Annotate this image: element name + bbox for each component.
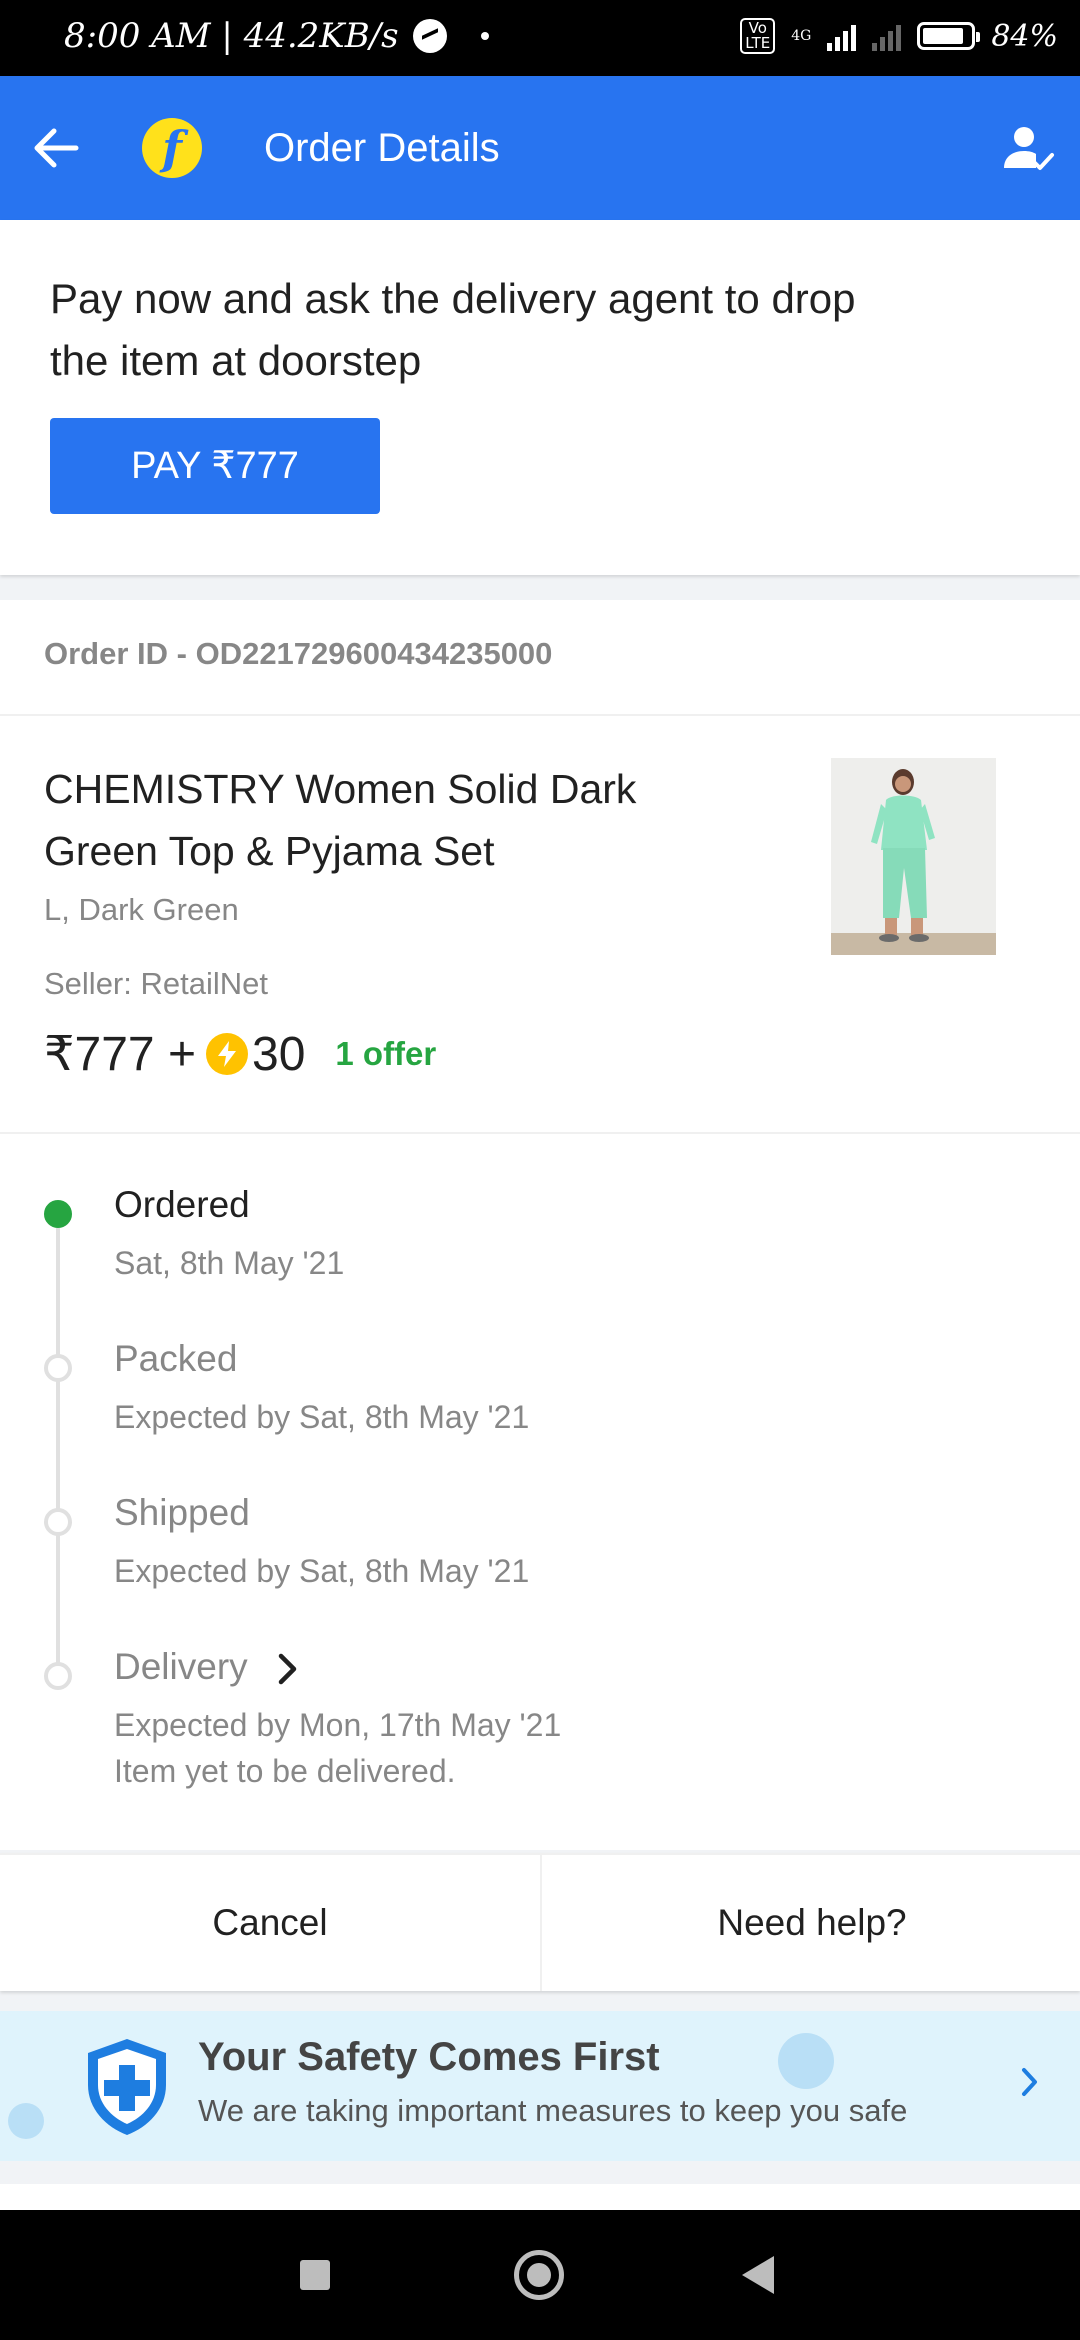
need-help-button[interactable]: Need help? bbox=[542, 1855, 1080, 1991]
account-check-icon bbox=[1004, 127, 1054, 170]
shield-plus-icon bbox=[88, 2039, 166, 2135]
battery-icon bbox=[917, 22, 981, 50]
system-back-button[interactable] bbox=[742, 2256, 774, 2294]
flipkart-logo[interactable]: f bbox=[142, 118, 202, 178]
status-time: 8:00 AM | 44.2KB/s bbox=[64, 16, 399, 56]
coin-amount: 30 bbox=[252, 1027, 306, 1081]
step-pending-icon bbox=[44, 1508, 72, 1536]
pay-button[interactable]: PAY ₹777 bbox=[50, 418, 380, 514]
step-title: Packed bbox=[114, 1338, 238, 1379]
timeline-track bbox=[56, 1218, 60, 1678]
home-button[interactable] bbox=[514, 2250, 564, 2300]
arrow-left-icon bbox=[34, 128, 79, 168]
step-pending-icon bbox=[44, 1354, 72, 1382]
messenger-icon bbox=[412, 19, 447, 53]
back-button[interactable] bbox=[28, 120, 84, 176]
page-title: Order Details bbox=[264, 126, 500, 170]
price-row: ₹777 + 30 1 offer bbox=[44, 1026, 436, 1082]
signal-icon bbox=[827, 21, 857, 51]
offer-link[interactable]: 1 offer bbox=[335, 1035, 436, 1073]
divider bbox=[0, 714, 1080, 716]
step-date: Expected by Sat, 8th May '21 bbox=[114, 1553, 530, 1589]
step-pending-icon bbox=[44, 1662, 72, 1690]
step-title: Ordered bbox=[114, 1184, 250, 1225]
account-button[interactable] bbox=[1000, 120, 1056, 176]
step-date: Sat, 8th May '21 bbox=[114, 1245, 345, 1281]
chevron-right-icon bbox=[1022, 2068, 1037, 2096]
step-date: Expected by Mon, 17th May '21 bbox=[114, 1707, 562, 1743]
product-image[interactable] bbox=[831, 758, 996, 955]
signal-off-icon bbox=[872, 21, 902, 51]
battery-percent: 84% bbox=[991, 18, 1058, 54]
bottom-spacer bbox=[0, 2184, 1080, 2210]
safety-subtitle: We are taking important measures to keep… bbox=[198, 2093, 908, 2128]
pay-now-card: Pay now and ask the delivery agent to dr… bbox=[0, 220, 1080, 575]
order-actions: Cancel Need help? bbox=[0, 1853, 1080, 1991]
virus-decoration-icon bbox=[8, 2103, 44, 2139]
seller-name: Seller: RetailNet bbox=[44, 966, 268, 1001]
divider bbox=[0, 1132, 1080, 1134]
supercoin-icon bbox=[206, 1033, 248, 1075]
product-variant: L, Dark Green bbox=[44, 892, 239, 927]
system-nav-bar bbox=[0, 2210, 1080, 2340]
safety-title: Your Safety Comes First bbox=[198, 2035, 660, 2079]
step-title: Delivery bbox=[114, 1646, 248, 1687]
step-complete-icon bbox=[44, 1200, 72, 1228]
virus-decoration-icon bbox=[778, 2033, 834, 2089]
recents-button[interactable] bbox=[300, 2260, 330, 2290]
volte-icon: Vo LTE bbox=[740, 18, 776, 54]
app-bar: f Order Details bbox=[0, 76, 1080, 220]
chevron-right-icon[interactable] bbox=[276, 1652, 300, 1686]
product-price: ₹777 + bbox=[44, 1028, 196, 1081]
pay-message: Pay now and ask the delivery agent to dr… bbox=[50, 275, 856, 384]
network-type: 4G bbox=[791, 28, 812, 44]
step-title: Shipped bbox=[114, 1492, 250, 1533]
step-date: Expected by Sat, 8th May '21 bbox=[114, 1399, 530, 1435]
status-bar: 8:00 AM | 44.2KB/s Vo LTE 4G 84% bbox=[0, 0, 1080, 76]
notification-dot-icon bbox=[480, 32, 489, 40]
order-id: Order ID - OD221729600434235000 bbox=[44, 636, 553, 671]
step-note: Item yet to be delivered. bbox=[114, 1753, 456, 1789]
product-name[interactable]: CHEMISTRY Women Solid Dark Green Top & P… bbox=[44, 758, 724, 882]
cancel-button[interactable]: Cancel bbox=[0, 1855, 540, 1991]
safety-banner[interactable]: Your Safety Comes First We are taking im… bbox=[0, 2011, 1080, 2161]
